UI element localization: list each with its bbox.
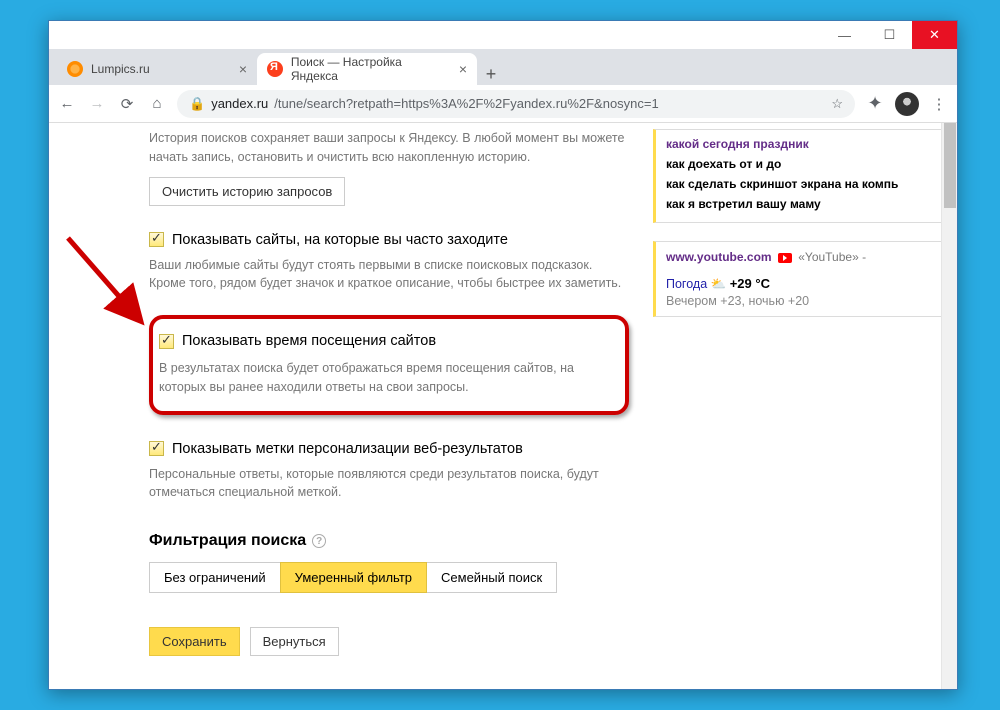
tab-close-icon[interactable]: ×	[459, 61, 467, 77]
preview-column: какой сегодня праздник как доехать от и …	[653, 129, 941, 335]
option-label: Показывать метки персонализации веб-резу…	[172, 441, 523, 457]
address-bar[interactable]: 🔒 yandex.ru/tune/search?retpath=https%3A…	[177, 90, 855, 118]
youtube-icon	[778, 253, 792, 263]
option-description: В результатах поиска будет отображаться …	[159, 359, 609, 397]
form-actions: Сохранить Вернуться	[149, 627, 629, 656]
filter-title: Фильтрация поиска	[149, 532, 306, 550]
profile-avatar[interactable]	[895, 92, 919, 116]
checkbox-icon[interactable]	[149, 441, 164, 456]
suggestion-item: как я встретил вашу маму	[666, 194, 932, 214]
weather-label: Погода	[666, 277, 707, 291]
vertical-scrollbar[interactable]	[941, 123, 957, 689]
favicon-icon	[267, 61, 283, 77]
tab-title: Lumpics.ru	[91, 62, 150, 76]
highlighted-option-box: Показывать время посещения сайтов В резу…	[149, 315, 629, 415]
checkbox-icon[interactable]	[159, 334, 174, 349]
minimize-button[interactable]: —	[822, 21, 867, 49]
settings-column: История поисков сохраняет ваши запросы к…	[149, 129, 629, 656]
window-title-bar: — ☐ ✕	[49, 21, 957, 49]
frequent-preview: www.youtube.com «YouTube» - Погода ⛅ +29…	[653, 241, 941, 317]
weather-block: Погода ⛅ +29 °C Вечером +23, ночью +20	[666, 276, 932, 308]
option-frequent-sites[interactable]: Показывать сайты, на которые вы часто за…	[149, 232, 629, 248]
back-button[interactable]: Вернуться	[250, 627, 339, 656]
back-icon[interactable]: ←	[57, 95, 77, 112]
forward-icon[interactable]: →	[87, 95, 107, 112]
new-tab-button[interactable]: +	[477, 64, 505, 85]
checkbox-icon[interactable]	[149, 232, 164, 247]
filter-options: Без ограничений Умеренный фильтр Семейны…	[149, 562, 629, 593]
browser-toolbar: ← → ⟳ ⌂ 🔒 yandex.ru/tune/search?retpath=…	[49, 85, 957, 123]
filter-heading: Фильтрация поиска ?	[149, 532, 629, 550]
tab-yandex-settings[interactable]: Поиск — Настройка Яндекса ×	[257, 53, 477, 85]
close-button[interactable]: ✕	[912, 21, 957, 49]
option-description: Ваши любимые сайты будут стоять первыми …	[149, 256, 629, 294]
save-button[interactable]: Сохранить	[149, 627, 240, 656]
favicon-icon	[67, 61, 83, 77]
star-icon[interactable]: ☆	[831, 96, 843, 112]
suggestions-preview: какой сегодня праздник как доехать от и …	[653, 129, 941, 223]
suggestion-item: как доехать от и до	[666, 154, 932, 174]
extensions-icon[interactable]: ✦	[865, 93, 885, 114]
url-host: yandex.ru	[211, 96, 268, 111]
reload-icon[interactable]: ⟳	[117, 95, 137, 113]
option-visit-time[interactable]: Показывать время посещения сайтов	[159, 333, 609, 349]
filter-family[interactable]: Семейный поиск	[426, 562, 557, 593]
home-icon[interactable]: ⌂	[147, 95, 167, 112]
menu-icon[interactable]: ⋮	[929, 95, 949, 113]
history-description: История поисков сохраняет ваши запросы к…	[149, 129, 629, 167]
weather-icon: ⛅	[711, 277, 727, 291]
browser-window: — ☐ ✕ Lumpics.ru × Поиск — Настройка Янд…	[48, 20, 958, 690]
option-description: Персональные ответы, которые появляются …	[149, 465, 629, 503]
youtube-label: «YouTube» -	[798, 250, 866, 264]
lock-icon: 🔒	[189, 96, 205, 112]
weather-temp: +29 °C	[730, 276, 770, 291]
filter-none[interactable]: Без ограничений	[149, 562, 281, 593]
youtube-host: www.youtube.com	[666, 250, 772, 264]
option-personalization[interactable]: Показывать метки персонализации веб-резу…	[149, 441, 629, 457]
tab-lumpics[interactable]: Lumpics.ru ×	[57, 53, 257, 85]
maximize-button[interactable]: ☐	[867, 21, 912, 49]
scrollbar-thumb[interactable]	[944, 123, 956, 208]
suggestion-item: как сделать скриншот экрана на компь	[666, 174, 932, 194]
page-content: История поисков сохраняет ваши запросы к…	[49, 123, 957, 689]
tab-close-icon[interactable]: ×	[239, 61, 247, 77]
clear-history-button[interactable]: Очистить историю запросов	[149, 177, 345, 206]
url-path: /tune/search?retpath=https%3A%2F%2Fyande…	[274, 96, 658, 111]
tab-strip: Lumpics.ru × Поиск — Настройка Яндекса ×…	[49, 49, 957, 85]
suggestion-item: какой сегодня праздник	[666, 134, 932, 154]
help-icon[interactable]: ?	[312, 534, 326, 548]
filter-moderate[interactable]: Умеренный фильтр	[280, 562, 427, 593]
weather-detail: Вечером +23, ночью +20	[666, 294, 932, 308]
option-label: Показывать время посещения сайтов	[182, 333, 436, 349]
tab-title: Поиск — Настройка Яндекса	[291, 55, 451, 83]
option-label: Показывать сайты, на которые вы часто за…	[172, 232, 508, 248]
page-body: История поисков сохраняет ваши запросы к…	[49, 123, 941, 689]
